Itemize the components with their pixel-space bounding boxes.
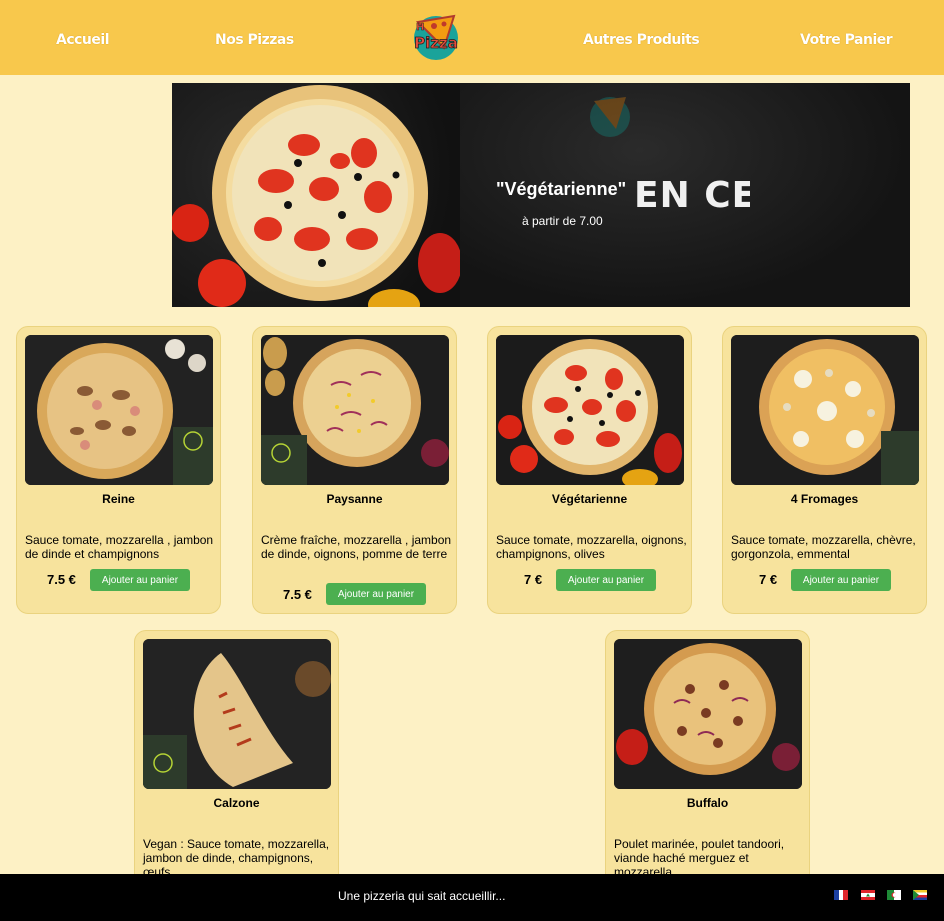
add-to-cart-button[interactable]: Ajouter au panier bbox=[556, 569, 656, 591]
product-card-reine: Reine Sauce tomate, mozzarella , jambon … bbox=[16, 326, 221, 614]
product-image-buffalo bbox=[614, 639, 802, 789]
product-price: 7.5 € bbox=[47, 572, 76, 587]
product-name: 4 Fromages bbox=[790, 492, 859, 506]
product-price: 7 € bbox=[524, 572, 543, 587]
hero-watermark-logo bbox=[590, 97, 630, 137]
product-image-calzone bbox=[143, 639, 331, 789]
flag-france-icon[interactable] bbox=[834, 890, 848, 900]
product-image-reine bbox=[25, 335, 213, 485]
product-name: Buffalo bbox=[686, 796, 729, 810]
product-name: Calzone bbox=[213, 796, 260, 810]
product-card-buffalo: Buffalo Poulet marinée, poulet tandoori,… bbox=[605, 630, 810, 890]
product-image-vegetarienne bbox=[496, 335, 684, 485]
product-description: Crème fraîche, mozzarella , jambon de di… bbox=[261, 533, 452, 561]
nav-link-pizzas[interactable]: Nos Pizzas bbox=[215, 32, 294, 48]
site-logo[interactable]: Pizza H bbox=[404, 8, 468, 64]
product-card-vegetarienne: Végétarienne Sauce tomate, mozzarella, o… bbox=[487, 326, 692, 614]
product-name: Reine bbox=[102, 492, 135, 506]
add-to-cart-button[interactable]: Ajouter au panier bbox=[90, 569, 190, 591]
product-name: Paysanne bbox=[326, 492, 383, 506]
flag-lebanon-icon[interactable] bbox=[861, 890, 875, 900]
product-description: Sauce tomate, mozzarella , jambon de din… bbox=[25, 533, 214, 561]
hero-pizza-image bbox=[172, 83, 462, 307]
nav-link-cart[interactable]: Votre Panier bbox=[800, 32, 893, 48]
product-description: Vegan : Sauce tomate, mozzarella, jambon… bbox=[143, 837, 330, 879]
nav-link-other-products[interactable]: Autres Produits bbox=[583, 32, 700, 48]
top-navbar: Accueil Nos Pizzas Pizza H Autres Produi… bbox=[0, 0, 944, 75]
logo-wordmark: Pizza bbox=[414, 34, 458, 52]
footer-tagline: Une pizzeria qui sait accueillir... bbox=[338, 889, 506, 903]
product-description: Sauce tomate, mozzarella, oignons, champ… bbox=[496, 533, 687, 561]
hero-marquee-text: EN CE M bbox=[634, 175, 750, 216]
product-price: 7 € bbox=[759, 572, 778, 587]
nav-link-home[interactable]: Accueil bbox=[56, 32, 110, 48]
hero-subtitle: à partir de 7.00 bbox=[522, 214, 603, 228]
add-to-cart-button[interactable]: Ajouter au panier bbox=[791, 569, 891, 591]
product-card-calzone: Calzone Vegan : Sauce tomate, mozzarella… bbox=[134, 630, 339, 890]
add-to-cart-button[interactable]: Ajouter au panier bbox=[326, 583, 426, 605]
product-card-paysanne: Paysanne Crème fraîche, mozzarella , jam… bbox=[252, 326, 457, 614]
hero-title: "Végétarienne" bbox=[496, 179, 627, 199]
product-image-4-fromages bbox=[731, 335, 919, 485]
product-card-4-fromages: 4 Fromages Sauce tomate, mozzarella, chè… bbox=[722, 326, 927, 614]
product-price: 7.5 € bbox=[283, 587, 312, 602]
svg-text:H: H bbox=[416, 22, 424, 33]
flag-algeria-icon[interactable] bbox=[887, 890, 901, 900]
flag-comoros-icon[interactable] bbox=[913, 890, 927, 900]
footer-bar: Une pizzeria qui sait accueillir... bbox=[0, 874, 944, 921]
product-image-paysanne bbox=[261, 335, 449, 485]
hero-banner[interactable]: "Végétarienne" à partir de 7.00 EN CE M bbox=[172, 83, 910, 307]
product-name: Végétarienne bbox=[551, 492, 628, 506]
product-description: Sauce tomate, mozzarella, chèvre, gorgon… bbox=[731, 533, 916, 561]
product-description: Poulet marinée, poulet tandoori, viande … bbox=[614, 837, 785, 879]
